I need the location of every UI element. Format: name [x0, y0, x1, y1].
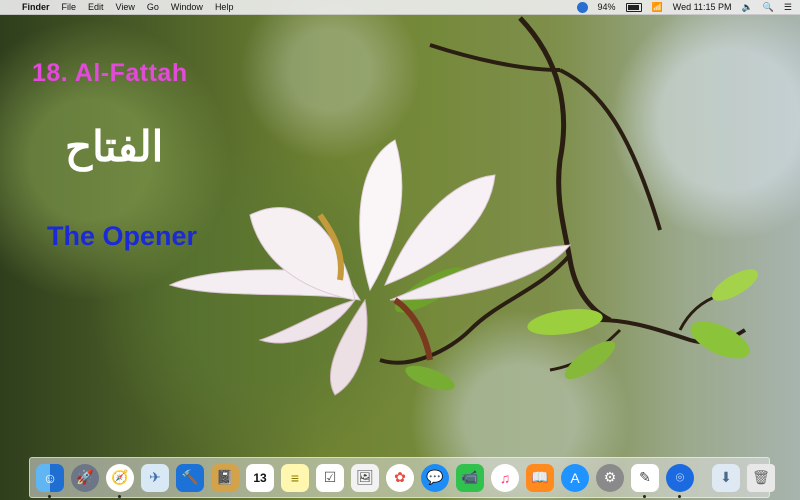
- downloads-icon[interactable]: ⬇: [712, 463, 740, 492]
- menu-help[interactable]: Help: [215, 2, 234, 12]
- menu-view[interactable]: View: [116, 2, 135, 12]
- xcode-icon[interactable]: 🔨: [176, 463, 204, 492]
- itunes-icon[interactable]: ♫: [491, 463, 519, 492]
- name-meaning: The Opener: [47, 221, 198, 251]
- messages-icon[interactable]: 💬: [421, 463, 449, 492]
- photos-icon[interactable]: ✿: [386, 463, 414, 492]
- arabic-name: الفتاح: [65, 122, 164, 171]
- notes-icon[interactable]: ≡: [281, 463, 309, 492]
- preview-icon[interactable]: ✈: [141, 463, 169, 492]
- spotlight-search-icon[interactable]: 🔍: [763, 2, 774, 13]
- ibooks-icon[interactable]: 📖: [526, 463, 554, 492]
- menu-edit[interactable]: Edit: [88, 2, 104, 12]
- battery-icon[interactable]: [625, 2, 642, 12]
- menu-bar: Finder File Edit View Go Window Help 94%…: [0, 0, 800, 15]
- menu-go[interactable]: Go: [147, 2, 159, 12]
- calendar-icon[interactable]: 13: [246, 463, 274, 492]
- safari-icon[interactable]: 🧭: [106, 463, 134, 498]
- reminders-icon[interactable]: ☑: [316, 463, 344, 492]
- wifi-icon[interactable]: 📶: [652, 2, 663, 13]
- photo-viewer-icon[interactable]: 🖼: [351, 463, 379, 492]
- notebook-icon[interactable]: 📓: [211, 463, 239, 492]
- trash-icon[interactable]: 🗑: [747, 463, 775, 492]
- status-app-icon[interactable]: [576, 1, 588, 13]
- system-preferences-icon[interactable]: ⚙: [596, 463, 624, 492]
- app-store-icon[interactable]: A: [561, 463, 589, 492]
- dock: ☺ 🚀 🧭 ✈ 🔨 📓 13 ≡ ☑ 🖼 ✿ 💬 📹 ♫ 📖 A ⚙ ✎ ⌾ ⬇…: [29, 457, 775, 498]
- facetime-icon[interactable]: 📹: [456, 463, 484, 492]
- finder-icon[interactable]: ☺: [36, 463, 64, 498]
- menu-app-name[interactable]: Finder: [22, 2, 50, 12]
- menu-file[interactable]: File: [62, 2, 77, 12]
- battery-percent[interactable]: 94%: [598, 2, 616, 12]
- name-title: 18. Al-Fattah: [32, 59, 188, 87]
- notification-center-icon[interactable]: ☰: [784, 2, 792, 13]
- volume-icon[interactable]: 🔈: [741, 2, 752, 13]
- textedit-icon[interactable]: ✎: [631, 463, 659, 498]
- menu-clock[interactable]: Wed 11:15 PM: [673, 2, 732, 12]
- blue-app-icon[interactable]: ⌾: [666, 463, 694, 498]
- menu-window[interactable]: Window: [171, 2, 203, 12]
- launchpad-icon[interactable]: 🚀: [71, 463, 99, 492]
